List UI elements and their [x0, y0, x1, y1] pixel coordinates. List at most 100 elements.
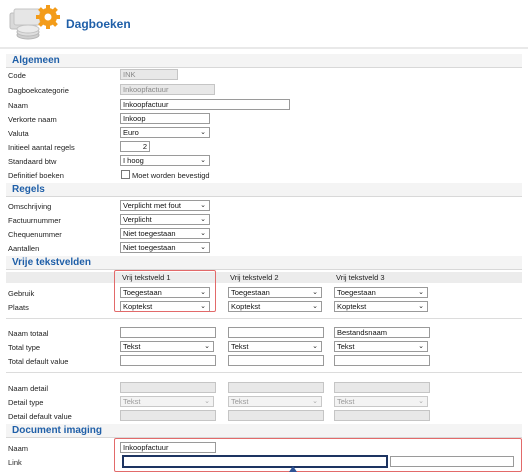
aantallen-select[interactable]: Niet toegestaan ⌄	[120, 242, 210, 253]
naam-totaal-input-3[interactable]: Bestandsnaam	[334, 327, 430, 338]
divider	[6, 318, 522, 319]
chevron-down-icon: ⌄	[200, 216, 206, 223]
gebruik-select-3[interactable]: Toegestaan ⌄	[334, 287, 428, 298]
page-header: Dagboeken	[0, 0, 528, 49]
total-default-input-1[interactable]	[120, 355, 216, 366]
verkorte-naam-input[interactable]: Inkoop	[120, 113, 210, 124]
section-vrije-tekstvelden: Vrije tekstvelden	[6, 256, 522, 270]
naam-detail-input-3	[334, 382, 430, 393]
naam-detail-input-2	[228, 382, 324, 393]
chevron-down-icon: ⌄	[418, 343, 424, 350]
section-title-algemeen: Algemeen	[12, 55, 60, 66]
chevron-down-icon: ⌄	[200, 230, 206, 237]
total-default-input-3[interactable]	[334, 355, 430, 366]
omschrijving-select[interactable]: Verplicht met fout ⌄	[120, 200, 210, 211]
plaats-select-2[interactable]: Koptekst ⌄	[228, 301, 322, 312]
factuurnummer-select[interactable]: Verplicht ⌄	[120, 214, 210, 225]
naam-totaal-label: Naam totaal	[8, 329, 49, 338]
detail-type-value-2: Tekst	[231, 397, 249, 406]
total-type-value-1: Tekst	[123, 342, 141, 351]
header-divider	[0, 47, 528, 49]
standaard-btw-select[interactable]: I hoog ⌄	[120, 155, 210, 166]
initieel-aantal-label: Initieel aantal regels	[8, 143, 75, 152]
cursor-marker-icon	[289, 466, 297, 472]
definitief-boeken-checkbox[interactable]	[121, 170, 130, 179]
detail-type-select-3: Tekst ⌄	[334, 396, 428, 407]
detail-type-value-3: Tekst	[337, 397, 355, 406]
plaats-select-3[interactable]: Koptekst ⌄	[334, 301, 428, 312]
section-algemeen: Algemeen	[6, 54, 522, 68]
gebruik-value-2: Toegestaan	[231, 288, 270, 297]
section-title-document-imaging: Document imaging	[12, 425, 103, 436]
page-title: Dagboeken	[66, 17, 131, 31]
detail-default-input-1	[120, 410, 216, 421]
highlight-vrij-tekstveld-1	[114, 270, 216, 312]
total-type-select-2[interactable]: Tekst ⌄	[228, 341, 322, 352]
chequenummer-select[interactable]: Niet toegestaan ⌄	[120, 228, 210, 239]
naam-totaal-input-1[interactable]	[120, 327, 216, 338]
chequenummer-value: Niet toegestaan	[123, 229, 176, 238]
verkorte-naam-label: Verkorte naam	[8, 115, 57, 124]
factuurnummer-value: Verplicht	[123, 215, 152, 224]
naam-label: Naam	[8, 101, 29, 110]
chevron-down-icon: ⌄	[204, 398, 210, 405]
detail-type-value-1: Tekst	[123, 397, 141, 406]
code-label: Code	[8, 71, 26, 80]
gebruik-select-2[interactable]: Toegestaan ⌄	[228, 287, 322, 298]
chevron-down-icon: ⌄	[312, 289, 318, 296]
standaard-btw-value: I hoog	[123, 156, 144, 165]
total-type-label: Total type	[8, 343, 41, 352]
chevron-down-icon: ⌄	[312, 398, 318, 405]
omschrijving-value: Verplicht met fout	[123, 201, 181, 210]
definitief-boeken-label: Definitief boeken	[8, 171, 64, 180]
dagboekcategorie-label: Dagboekcategorie	[8, 86, 69, 95]
aantallen-value: Niet toegestaan	[123, 243, 176, 252]
chevron-down-icon: ⌄	[312, 343, 318, 350]
gebruik-label: Gebruik	[8, 289, 35, 298]
chevron-down-icon: ⌄	[200, 157, 206, 164]
doc-naam-label: Naam	[8, 444, 29, 453]
detail-type-select-2: Tekst ⌄	[228, 396, 322, 407]
gebruik-value-3: Toegestaan	[337, 288, 376, 297]
detail-default-input-2	[228, 410, 324, 421]
naam-detail-input-1	[120, 382, 216, 393]
chevron-down-icon: ⌄	[200, 129, 206, 136]
section-title-regels: Regels	[12, 184, 45, 195]
definitief-boeken-option: Moet worden bevestigd	[132, 171, 210, 180]
total-type-value-3: Tekst	[337, 342, 355, 351]
column-header-vrij-2: Vrij tekstveld 2	[230, 273, 279, 282]
valuta-label: Valuta	[8, 129, 29, 138]
detail-type-label: Detail type	[8, 398, 44, 407]
detail-default-input-3	[334, 410, 430, 421]
link-label: Link	[8, 458, 22, 467]
total-type-select-3[interactable]: Tekst ⌄	[334, 341, 428, 352]
detail-default-value-label: Detail default value	[8, 412, 72, 421]
chevron-down-icon: ⌄	[418, 398, 424, 405]
chevron-down-icon: ⌄	[200, 202, 206, 209]
chevron-down-icon: ⌄	[200, 244, 206, 251]
chevron-down-icon: ⌄	[418, 289, 424, 296]
total-type-select-1[interactable]: Tekst ⌄	[120, 341, 214, 352]
naam-input[interactable]: Inkoopfactuur	[120, 99, 290, 110]
standaard-btw-label: Standaard btw	[8, 157, 57, 166]
chevron-down-icon: ⌄	[312, 303, 318, 310]
plaats-label: Plaats	[8, 303, 29, 312]
section-document-imaging: Document imaging	[6, 424, 522, 438]
section-title-vrije-tekstvelden: Vrije tekstvelden	[12, 257, 91, 268]
initieel-aantal-input[interactable]: 2	[120, 141, 150, 152]
total-type-value-2: Tekst	[231, 342, 249, 351]
valuta-value: Euro	[123, 128, 139, 137]
highlight-document-imaging	[114, 438, 522, 472]
detail-type-select-1: Tekst ⌄	[120, 396, 214, 407]
aantallen-label: Aantallen	[8, 244, 40, 253]
plaats-value-3: Koptekst	[337, 302, 367, 311]
chevron-down-icon: ⌄	[418, 303, 424, 310]
total-default-input-2[interactable]	[228, 355, 324, 366]
column-header-vrij-3: Vrij tekstveld 3	[336, 273, 385, 282]
divider	[6, 372, 522, 373]
naam-totaal-input-2[interactable]	[228, 327, 324, 338]
factuurnummer-label: Factuurnummer	[8, 216, 61, 225]
chequenummer-label: Chequenummer	[8, 230, 62, 239]
valuta-select[interactable]: Euro ⌄	[120, 127, 210, 138]
dagboekcategorie-field: Inkoopfactuur	[120, 84, 215, 95]
